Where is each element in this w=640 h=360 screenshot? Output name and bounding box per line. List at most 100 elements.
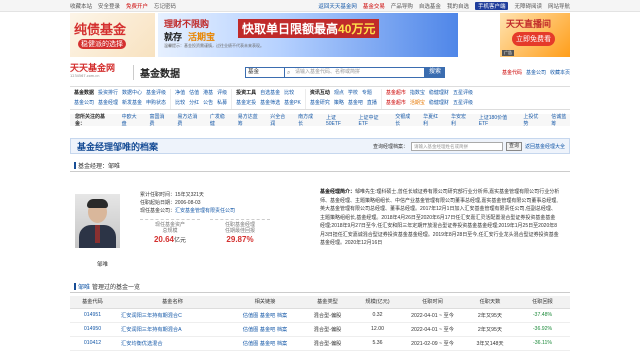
banner-bond-fund[interactable]: 纯债基金 稳健派的选择 (70, 13, 155, 57)
nav-item[interactable]: 基金PK (284, 99, 301, 106)
nav-item[interactable]: 比较 (175, 99, 185, 106)
topbar-link-trade[interactable]: 基金交易 (363, 2, 385, 10)
nav-item[interactable]: 比较 (284, 89, 294, 96)
header-link-bookmark[interactable]: 收藏本页 (550, 69, 570, 76)
nav-item[interactable]: 基金超市 (386, 99, 406, 106)
banner-live-button[interactable]: 立即免费看 (512, 32, 555, 46)
nav-item[interactable]: 港基 (203, 89, 213, 96)
topbar-link-products[interactable]: 产品导购 (391, 2, 413, 10)
fund-name-link[interactable]: 汇安润阳三年持有期混合C (121, 313, 182, 319)
nav-item[interactable]: 五星评级 (453, 89, 473, 96)
topbar-link-forgot-password[interactable]: 忘记密码 (154, 2, 176, 10)
nav-item[interactable]: 基金经理 (98, 99, 118, 106)
nav-group-news: 资讯互动 观点 学校 专题 基金研究 策略 基金吧 直播 (306, 89, 382, 109)
manager-search-label: 查询经理档案： (372, 143, 408, 150)
nav-item[interactable]: 观点 (334, 89, 344, 96)
topbar-link-accessible[interactable]: 无障碍阅读 (514, 2, 542, 10)
focus-fund-link[interactable]: 中欧大盘 (122, 113, 141, 127)
nav-item[interactable]: 活期宝 (410, 99, 425, 106)
focus-fund-link[interactable]: 易方达消费 (177, 113, 201, 127)
nav-item[interactable]: 稳健理财 (429, 89, 449, 96)
col-period: 任职时间 (400, 296, 465, 309)
topbar-link-self-select[interactable]: 自选基金 (419, 2, 441, 10)
nav-item[interactable]: 申购状态 (146, 99, 166, 106)
banner-live[interactable]: 天天直播间 立即免费看 广告 (500, 13, 570, 57)
focus-fund-link[interactable]: 交银成长 (395, 113, 414, 127)
fund-name-link[interactable]: 汇安润阳三年持有期混合A (121, 327, 182, 333)
topbar-link-login[interactable]: 安全登录 (98, 2, 120, 10)
nav-item[interactable]: 公告 (203, 99, 213, 106)
focus-fund-link[interactable]: 富国消费 (150, 113, 169, 127)
fund-chart-link[interactable]: 估值图 (243, 341, 259, 347)
focus-fund-link[interactable]: 上证中证ETF (359, 114, 387, 127)
nav-item[interactable]: 投资工具 (236, 89, 256, 96)
nav-item[interactable]: 直播 (367, 99, 377, 106)
focus-fund-link[interactable]: 兴全合润 (270, 113, 289, 127)
manager-search-button[interactable]: 查询 (505, 141, 522, 151)
nav-item[interactable]: 基金公司 (74, 99, 94, 106)
focus-fund-link[interactable]: 上证50ETF (326, 114, 350, 127)
nav-item[interactable]: 数据中心 (122, 89, 142, 96)
nav-item[interactable]: 基金研究 (310, 99, 330, 106)
focus-fund-link[interactable]: 信诚蓝筹 (551, 113, 570, 127)
site-logo[interactable]: 天天基金网 1234567.com.cn (70, 64, 125, 80)
focus-fund-link[interactable]: 易方达蓝筹 (238, 113, 262, 127)
section-manager-link[interactable]: 邹唯 (78, 282, 90, 291)
header-link-fund-code[interactable]: 基金代码 (502, 69, 522, 76)
nav-item[interactable]: 五星评级 (453, 99, 473, 106)
nav-item[interactable]: 投资排行 (98, 89, 118, 96)
search-button[interactable]: 搜索 (425, 66, 445, 78)
fund-code-link[interactable]: 014950 (84, 326, 101, 332)
banner-huoqibao[interactable]: 理财不限购 就存 活期宝 快取单日限额最高40万元 温馨提示：基金投资需谨慎，过… (158, 13, 458, 57)
fund-archive-link[interactable]: 档案 (277, 341, 287, 347)
focus-fund-link[interactable]: 上投优势 (523, 113, 542, 127)
search-input[interactable]: ⌕ 请输入基金代码、名称或简拼 (285, 66, 425, 78)
topbar-link-my-select[interactable]: 我的自选 (447, 2, 469, 10)
nav-item[interactable]: 基金筛选 (260, 99, 280, 106)
nav-item[interactable]: 基金定投 (236, 99, 256, 106)
fund-forum-link[interactable]: 基金吧 (260, 327, 276, 333)
header-link-fund-company[interactable]: 基金公司 (526, 69, 546, 76)
nav-item[interactable]: 新发基金 (122, 99, 142, 106)
nav-item[interactable]: 学校 (348, 89, 358, 96)
manager-search-input[interactable]: 请输入基金经理姓名或简拼 (410, 141, 503, 151)
nav-item[interactable]: 基金超市 (386, 89, 406, 96)
company-link[interactable]: 汇安基金管理有限责任公司 (175, 208, 235, 214)
search-type-select[interactable]: 基金 (245, 66, 285, 78)
nav-item[interactable]: 基金评级 (146, 89, 166, 96)
topbar-link-open-account[interactable]: 免费开户 (126, 2, 148, 10)
topbar-link-mobile-client[interactable]: 手机客户端 (474, 1, 509, 10)
focus-fund-link[interactable]: 华夏红利 (423, 113, 442, 127)
fund-chart-link[interactable]: 估值图 (243, 327, 259, 333)
back-to-managers-link[interactable]: 返回基金经理大全 (525, 143, 565, 150)
fund-archive-link[interactable]: 档案 (277, 313, 287, 319)
banner-huoqibao-main-a: 快取单日限额最高 (242, 22, 339, 36)
nav-item[interactable]: 基金数据 (74, 89, 94, 96)
nav-item[interactable]: 基金吧 (348, 99, 363, 106)
focus-fund-link[interactable]: 华安宏利 (451, 113, 470, 127)
nav-item[interactable]: 策略 (334, 99, 344, 106)
nav-item[interactable]: 稳健理财 (429, 99, 449, 106)
fund-code-link[interactable]: 014951 (84, 312, 101, 318)
topbar-link-favorite[interactable]: 收藏本站 (70, 2, 92, 10)
nav-item[interactable]: 估值 (189, 89, 199, 96)
focus-fund-link[interactable]: 南方成长 (298, 113, 317, 127)
fund-name-link[interactable]: 汇安均衡优选混合 (121, 341, 163, 347)
fund-archive-link[interactable]: 档案 (277, 327, 287, 333)
focus-fund-link[interactable]: 广发稳健 (210, 113, 229, 127)
nav-item[interactable]: 指数宝 (410, 89, 425, 96)
nav-item[interactable]: 私募 (217, 99, 227, 106)
nav-item[interactable]: 资讯互动 (310, 89, 330, 96)
fund-forum-link[interactable]: 基金吧 (260, 313, 276, 319)
topbar-link-home[interactable]: 返回天天基金网 (318, 2, 357, 10)
nav-item[interactable]: 自选基金 (260, 89, 280, 96)
nav-item[interactable]: 净值 (175, 89, 185, 96)
nav-item[interactable]: 专题 (362, 89, 372, 96)
fund-forum-link[interactable]: 基金吧 (260, 341, 276, 347)
nav-item[interactable]: 分红 (189, 99, 199, 106)
fund-code-link[interactable]: 010412 (84, 340, 101, 346)
focus-fund-link[interactable]: 上证180价值ETF (479, 114, 515, 127)
topbar-link-site-nav[interactable]: 网站导航 (548, 2, 570, 10)
nav-item[interactable]: 评级 (217, 89, 227, 96)
fund-chart-link[interactable]: 估值图 (243, 313, 259, 319)
